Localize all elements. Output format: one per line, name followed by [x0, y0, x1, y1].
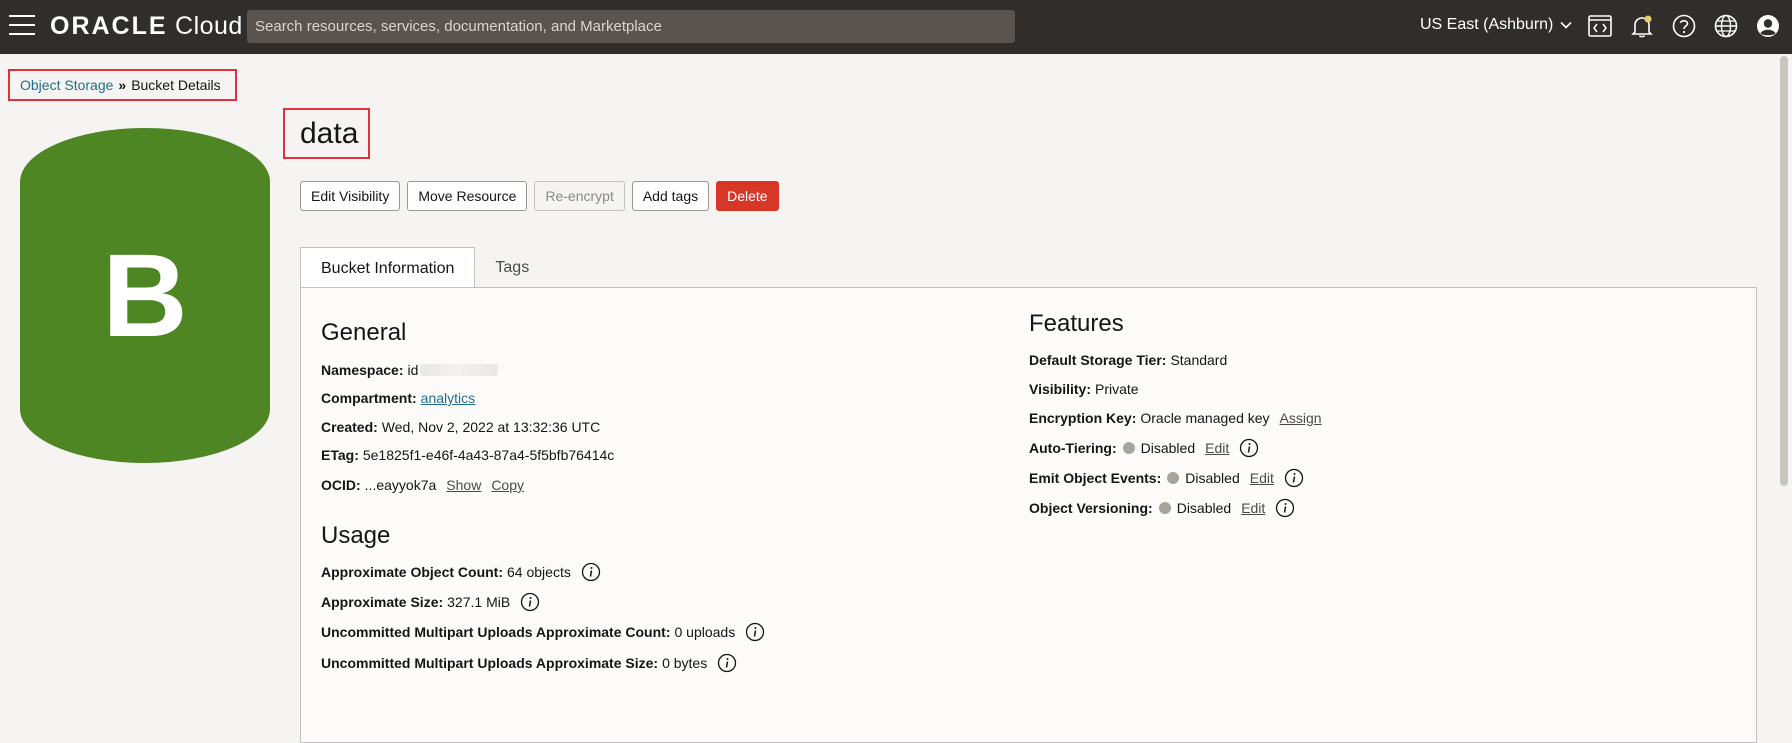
etag-value: 5e1825f1-e46f-4a43-87a4-5f5bfb76414c — [362, 447, 615, 463]
namespace-label: Namespace: — [321, 362, 404, 378]
ocid-show-link[interactable]: Show — [446, 477, 481, 493]
created-value: Wed, Nov 2, 2022 at 13:32:36 UTC — [381, 419, 601, 435]
multipart-size-label: Uncommitted Multipart Uploads Approximat… — [321, 655, 659, 671]
storage-tier-value: Standard — [1170, 352, 1228, 368]
logo-brand: ORACLE — [50, 12, 168, 40]
storage-tier-row: Default Storage Tier: Standard — [1029, 352, 1227, 368]
notification-bell-icon[interactable] — [1629, 13, 1655, 39]
created-label: Created: — [321, 419, 378, 435]
auto-tiering-label: Auto-Tiering: — [1029, 440, 1117, 456]
breadcrumb: Object Storage » Bucket Details — [8, 69, 237, 101]
breadcrumb-current: Bucket Details — [131, 77, 221, 93]
tab-tags[interactable]: Tags — [475, 247, 549, 288]
compartment-label: Compartment: — [321, 390, 417, 406]
info-icon[interactable] — [1239, 438, 1259, 458]
ocid-value: ...eayyok7a — [364, 477, 437, 493]
help-icon[interactable] — [1671, 13, 1697, 39]
storage-tier-label: Default Storage Tier: — [1029, 352, 1167, 368]
oracle-cloud-logo[interactable]: ORACLE Cloud — [50, 12, 243, 41]
ocid-label: OCID: — [321, 477, 361, 493]
region-label: US East (Ashburn) — [1420, 16, 1554, 33]
info-icon[interactable] — [717, 653, 737, 673]
status-dot-icon — [1167, 472, 1180, 484]
compartment-link[interactable]: analytics — [421, 390, 475, 406]
info-icon[interactable] — [1275, 498, 1295, 518]
encryption-key-value: Oracle managed key — [1140, 410, 1270, 426]
ocid-copy-link[interactable]: Copy — [491, 477, 524, 493]
general-heading: General — [321, 319, 407, 346]
status-dot-icon — [1122, 442, 1135, 454]
details-tabs: Bucket Information Tags — [300, 247, 549, 289]
compartment-row: Compartment: analytics — [321, 390, 475, 406]
object-versioning-label: Object Versioning: — [1029, 500, 1153, 516]
add-tags-button[interactable]: Add tags — [631, 181, 710, 211]
encryption-key-row: Encryption Key: Oracle managed key Assig… — [1029, 410, 1322, 426]
avatar-letter: B — [102, 229, 188, 362]
action-toolbar: Edit Visibility Move Resource Re-encrypt… — [300, 181, 779, 211]
etag-label: ETag: — [321, 447, 359, 463]
info-icon[interactable] — [520, 592, 540, 612]
multipart-size-row: Uncommitted Multipart Uploads Approximat… — [321, 653, 737, 673]
object-versioning-value: Disabled — [1176, 500, 1232, 516]
ocid-row: OCID: ...eayyok7a Show Copy — [321, 477, 524, 493]
user-profile-icon[interactable] — [1755, 13, 1781, 39]
page-title: data — [283, 108, 370, 159]
multipart-count-value: 0 uploads — [674, 624, 736, 640]
multipart-count-label: Uncommitted Multipart Uploads Approximat… — [321, 624, 671, 640]
usage-heading: Usage — [321, 522, 391, 549]
breadcrumb-object-storage-link[interactable]: Object Storage — [20, 77, 113, 93]
info-icon[interactable] — [581, 562, 601, 582]
auto-tiering-edit-link[interactable]: Edit — [1205, 440, 1229, 456]
emit-object-events-value: Disabled — [1185, 470, 1240, 486]
language-globe-icon[interactable] — [1713, 13, 1739, 39]
logo-product: Cloud — [175, 12, 243, 40]
namespace-value: id — [407, 362, 419, 378]
multipart-size-value: 0 bytes — [662, 655, 708, 671]
bucket-avatar: B — [20, 128, 270, 463]
assign-key-link[interactable]: Assign — [1280, 410, 1322, 426]
multipart-count-row: Uncommitted Multipart Uploads Approximat… — [321, 622, 765, 642]
approximate-size-row: Approximate Size: 327.1 MiB — [321, 592, 540, 612]
object-count-value: 64 objects — [507, 564, 571, 580]
info-icon[interactable] — [1284, 468, 1304, 488]
visibility-value: Private — [1094, 381, 1139, 397]
features-heading: Features — [1029, 310, 1124, 337]
top-navigation-bar: ORACLE Cloud US East (Ashburn) — [0, 0, 1792, 54]
move-resource-button[interactable]: Move Resource — [407, 181, 528, 211]
tab-bucket-information[interactable]: Bucket Information — [300, 247, 476, 289]
status-dot-icon — [1158, 502, 1171, 514]
encryption-key-label: Encryption Key: — [1029, 410, 1137, 426]
edit-visibility-button[interactable]: Edit Visibility — [300, 181, 401, 211]
object-count-row: Approximate Object Count: 64 objects — [321, 562, 601, 582]
approximate-size-value: 327.1 MiB — [447, 594, 511, 610]
visibility-row: Visibility: Private — [1029, 381, 1139, 397]
created-row: Created: Wed, Nov 2, 2022 at 13:32:36 UT… — [321, 419, 600, 435]
code-editor-icon[interactable] — [1587, 13, 1613, 39]
object-count-label: Approximate Object Count: — [321, 564, 504, 580]
info-icon[interactable] — [745, 622, 765, 642]
global-search-input[interactable] — [247, 10, 1015, 43]
auto-tiering-value: Disabled — [1140, 440, 1196, 456]
page-scrollbar[interactable] — [1780, 56, 1788, 486]
menu-icon[interactable] — [9, 15, 35, 37]
bucket-name: data — [300, 116, 359, 150]
auto-tiering-row: Auto-Tiering: Disabled Edit — [1029, 438, 1259, 458]
delete-button[interactable]: Delete — [716, 181, 779, 211]
namespace-row: Namespace: id — [321, 362, 499, 378]
emit-object-events-edit-link[interactable]: Edit — [1250, 470, 1274, 486]
breadcrumb-separator: » — [118, 77, 127, 93]
emit-object-events-label: Emit Object Events: — [1029, 470, 1162, 486]
visibility-label: Visibility: — [1029, 381, 1091, 397]
approximate-size-label: Approximate Size: — [321, 594, 444, 610]
object-versioning-row: Object Versioning: Disabled Edit — [1029, 498, 1295, 518]
redacted-namespace — [420, 364, 499, 376]
emit-object-events-row: Emit Object Events: Disabled Edit — [1029, 468, 1304, 488]
chevron-down-icon — [1560, 21, 1572, 29]
re-encrypt-button[interactable]: Re-encrypt — [534, 181, 625, 211]
etag-row: ETag: 5e1825f1-e46f-4a43-87a4-5f5bfb7641… — [321, 447, 614, 463]
object-versioning-edit-link[interactable]: Edit — [1241, 500, 1265, 516]
bucket-information-panel: General Namespace: id Compartment: analy… — [300, 287, 1757, 743]
region-selector[interactable]: US East (Ashburn) — [1420, 16, 1573, 34]
